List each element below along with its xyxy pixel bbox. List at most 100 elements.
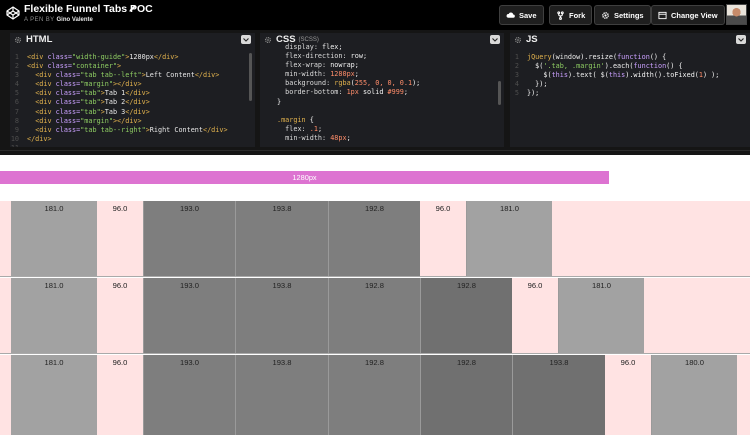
code-token: class=: [55, 80, 81, 89]
change-view-button[interactable]: Change View: [651, 5, 725, 25]
settings-button[interactable]: Settings: [594, 5, 651, 25]
code-token: window: [555, 53, 581, 61]
code-line: flex-wrap: nowrap;: [260, 61, 494, 70]
tab-cell: 181.0: [11, 201, 97, 276]
tab-cell: 193.0: [143, 201, 235, 276]
code-token: Left Content: [145, 71, 195, 80]
margin-cell: 96.0: [620, 358, 636, 367]
fork-button[interactable]: Fork: [549, 5, 593, 25]
settings-gear-icon[interactable]: [514, 36, 522, 44]
code-token: .margin: [277, 115, 306, 124]
code-token: "width-guide": [72, 53, 126, 61]
line-number: 7: [14, 107, 19, 116]
user-avatar[interactable]: [726, 4, 747, 25]
html-code-editor[interactable]: 1 <div class="width-guide">1280px</div> 2 <…: [10, 53, 245, 147]
code-line: flex: .1;: [260, 125, 494, 134]
code-token: $(: [527, 62, 544, 71]
html-scrollbar[interactable]: [249, 53, 252, 101]
code-token: ;: [346, 133, 351, 142]
change-view-button-label: Change View: [671, 10, 718, 20]
js-pane-menu-button[interactable]: [736, 35, 746, 44]
line-number: 9: [14, 125, 19, 134]
gear-icon: [602, 11, 609, 19]
margin-cell: 96.0: [112, 204, 128, 213]
code-token: Right Content: [149, 125, 203, 134]
css-code-editor[interactable]: display: flex; flex-direction: row; flex…: [260, 43, 494, 143]
pencil-edit-icon[interactable]: [128, 4, 137, 13]
html-pane-menu-button[interactable]: [241, 35, 251, 44]
line-number: 4: [514, 80, 519, 89]
tab-cell: 192.8: [328, 355, 420, 435]
code-token: <div: [35, 107, 56, 116]
code-token: <div: [35, 89, 56, 98]
tab-cell: 181.0: [11, 278, 97, 353]
code-token: </div>: [194, 71, 220, 80]
code-token: class=: [55, 98, 81, 107]
code-token: function: [633, 62, 667, 71]
code-token: display:: [277, 43, 323, 51]
html-pane-title: HTML: [26, 34, 53, 45]
margin-cell: 96.0: [112, 281, 128, 290]
code-line: 7 <div class="tab">Tab 3</div>: [10, 108, 245, 117]
settings-gear-icon[interactable]: [14, 36, 22, 44]
line-number: 10: [10, 134, 19, 143]
code-line: 8 <div class="margin"></div>: [10, 117, 245, 126]
save-button-label: Save: [519, 10, 537, 20]
code-token: <div: [35, 71, 56, 80]
line-number: 8: [14, 116, 19, 125]
editor-panels: HTML 1 <div class="width-guide">1280px</d…: [0, 30, 750, 150]
line-number: 2: [514, 62, 519, 71]
code-line: 5});: [510, 89, 740, 98]
tab-cell: 193.8: [235, 355, 328, 435]
code-token: background:: [277, 79, 335, 88]
code-line: 11: [10, 144, 245, 147]
code-token: ></div>: [112, 116, 142, 125]
code-token: Tab 3: [104, 107, 126, 116]
code-token: min-width:: [277, 133, 331, 142]
save-button[interactable]: Save: [499, 5, 544, 25]
tab-cell: 193.8: [235, 201, 328, 276]
top-bar: Flexible Funnel Tabs POC A PEN BY Gino V…: [0, 0, 750, 30]
code-token: Tab 1: [104, 89, 126, 98]
layout-icon: [658, 11, 667, 19]
code-token: flex:: [277, 124, 310, 133]
tab-cell: 193.8: [235, 278, 328, 353]
css-scrollbar[interactable]: [498, 81, 501, 105]
code-token: ).each(: [604, 62, 634, 71]
line-number: 11: [10, 144, 27, 147]
code-token: "tab tab--left": [80, 71, 142, 80]
tab-cell: 193.0: [143, 278, 235, 353]
code-line: 2 <div class="container">: [10, 62, 245, 71]
code-token: {: [305, 115, 314, 124]
js-code-editor[interactable]: 1 jQuery(window).resize(function() {2 $('…: [510, 53, 740, 98]
line-number: 6: [14, 98, 19, 107]
tab-cell: 192.8: [420, 355, 512, 435]
code-line: 1 <div class="width-guide">1280px</div>: [10, 53, 245, 62]
code-line: }: [260, 98, 494, 107]
code-token: ).resize(: [580, 53, 618, 61]
code-token: row;: [350, 52, 368, 61]
code-token: "tab": [80, 107, 101, 116]
code-token: ></div>: [112, 80, 142, 89]
code-token: function: [617, 53, 650, 61]
html-editor-pane: HTML 1 <div class="width-guide">1280px</d…: [10, 33, 255, 147]
line-number: 4: [14, 80, 19, 89]
fork-button-label: Fork: [569, 10, 586, 20]
code-token: min-width:: [277, 70, 331, 79]
code-token: class=: [47, 62, 73, 71]
code-line: background: rgba(255, 0, 0, 0.1);: [260, 79, 494, 88]
html-pane-header: HTML: [10, 33, 255, 46]
code-line: 2 $('.tab, .margin').each(function() {: [510, 62, 740, 71]
settings-button-label: Settings: [614, 10, 644, 20]
tab-cell: 192.8: [328, 278, 420, 353]
author-name[interactable]: Gino Valente: [57, 17, 93, 23]
codepen-logo-icon[interactable]: [6, 6, 20, 20]
code-line: 5 <div class="tab">Tab 1</div>: [10, 89, 245, 98]
code-token: "tab": [80, 89, 101, 98]
code-token: class=: [55, 125, 81, 134]
